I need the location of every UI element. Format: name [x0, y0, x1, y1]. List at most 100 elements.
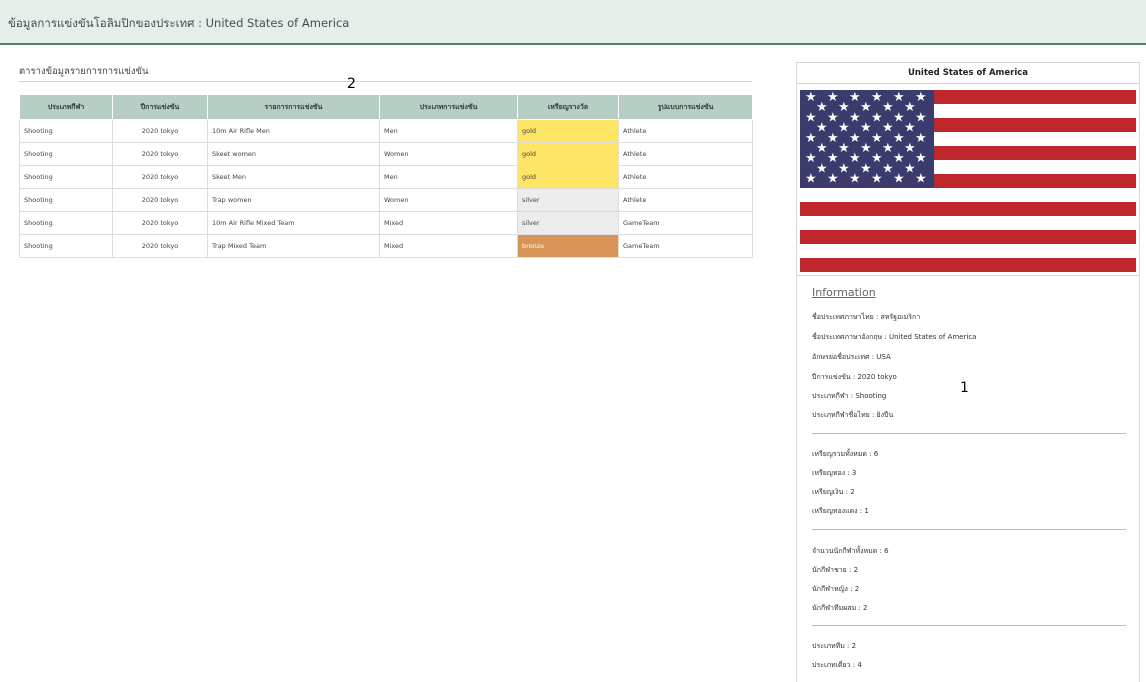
page-title: ข้อมูลการแข่งขันโอลิมปิกของประเทศ : Unit…	[8, 16, 350, 30]
table-row: Shooting 2020 tokyo Skeet Men Men gold Athlet…	[19, 165, 753, 189]
flag-star: ★	[915, 90, 927, 105]
flag-star: ★	[871, 90, 883, 105]
cell-event: Skeet Men	[207, 165, 380, 189]
flag-star: ★	[805, 151, 817, 166]
cell-year: 2020 tokyo	[112, 142, 208, 166]
flag-star: ★	[871, 131, 883, 146]
type-individual: ประเภทเดี่ยว : 4	[812, 661, 862, 669]
flag-star: ★	[805, 131, 817, 146]
info-thai-name: ชื่อประเทศภาษาไทย : สหรัฐอเมริกา	[812, 313, 921, 321]
col-category-header[interactable]: ประเภทการแข่งขัน	[379, 94, 518, 120]
results-table: ประเภทกีฬา ปีการแข่งขัน รายการการแข่งขัน…	[19, 94, 753, 258]
cell-medal: bronze	[517, 234, 619, 258]
athlete-female: นักกีฬาหญิง : 2	[812, 585, 860, 593]
flag-star: ★	[871, 172, 883, 187]
table-row: Shooting 2020 tokyo 10m Air Rifle Men Men go…	[19, 119, 753, 143]
top-bar: ข้อมูลการแข่งขันโอลิมปิกของประเทศ : Unit…	[0, 0, 1146, 45]
divider	[812, 529, 1126, 530]
medal-gold-count: เหรียญทอง : 3	[812, 469, 857, 477]
cell-sport: Shooting	[19, 119, 113, 143]
heading-divider	[19, 81, 752, 82]
type-team: ประเภททีม : 2	[812, 642, 857, 650]
flag-star: ★	[860, 161, 872, 176]
cell-sport: Shooting	[19, 234, 113, 258]
flag-star: ★	[838, 121, 850, 136]
flag-star: ★	[882, 161, 894, 176]
flag-star: ★	[915, 110, 927, 125]
flag-svg: ★ ★ ★ ★ ★ ★★ ★ ★ ★ ★★ ★ ★ ★ ★ ★★ ★ ★ ★ ★★ ★ ★ ★ ★ ★★ ★ ★ ★ ★★ ★ ★ ★ ★ ★★…	[800, 90, 1136, 272]
athlete-mixed: นักกีฬาทีมผสม : 2	[812, 604, 868, 612]
flag-star: ★	[827, 172, 839, 187]
flag-star: ★	[827, 131, 839, 146]
flag-star: ★	[849, 90, 861, 105]
flag-star: ★	[860, 100, 872, 115]
flag-star: ★	[882, 141, 894, 156]
cell-sport: Shooting	[19, 188, 113, 212]
cell-medal: silver	[517, 188, 619, 212]
cell-category: Women	[379, 188, 518, 212]
flag-star: ★	[893, 151, 905, 166]
cell-format: GameTeam	[618, 234, 753, 258]
flag-star: ★	[871, 110, 883, 125]
table-header-row: ประเภทกีฬา ปีการแข่งขัน รายการการแข่งขัน…	[19, 94, 753, 120]
cell-sport: Shooting	[19, 142, 113, 166]
col-sport-header[interactable]: ประเภทกีฬา	[19, 94, 113, 120]
flag-star: ★	[904, 141, 916, 156]
table-row: Shooting 2020 tokyo Skeet women Women gold At…	[19, 142, 753, 166]
cell-medal: gold	[517, 165, 619, 189]
cell-year: 2020 tokyo	[112, 119, 208, 143]
flag-star: ★	[893, 90, 905, 105]
flag-star: ★	[849, 131, 861, 146]
cell-year: 2020 tokyo	[112, 165, 208, 189]
athlete-male: นักกีฬาชาย : 2	[812, 566, 859, 574]
info-english-name: ชื่อประเทศภาษาอังกฤษ : United States of …	[812, 333, 977, 341]
cell-year: 2020 tokyo	[112, 234, 208, 258]
col-medal-header[interactable]: เหรียญรางวัล	[517, 94, 619, 120]
flag-star: ★	[805, 90, 817, 105]
col-format-header[interactable]: รูปแบบการแข่งขัน	[618, 94, 753, 120]
cell-sport: Shooting	[19, 211, 113, 235]
cell-event: Trap women	[207, 188, 380, 212]
flag-star: ★	[893, 172, 905, 187]
cell-medal: silver	[517, 211, 619, 235]
flag-star: ★	[915, 151, 927, 166]
flag-star: ★	[816, 161, 828, 176]
table-row: Shooting 2020 tokyo Trap women Women silver A…	[19, 188, 753, 212]
flag-star: ★	[838, 161, 850, 176]
flag-star: ★	[915, 172, 927, 187]
cell-medal: gold	[517, 119, 619, 143]
athlete-total: จำนวนนักกีฬาทั้งหมด : 6	[812, 547, 889, 555]
cell-format: GameTeam	[618, 211, 753, 235]
flag-star: ★	[860, 141, 872, 156]
table-row: Shooting 2020 tokyo 10m Air Rifle Mixed Te…	[19, 211, 753, 235]
flag-star: ★	[882, 100, 894, 115]
flag-star: ★	[816, 141, 828, 156]
cell-category: Mixed	[379, 234, 518, 258]
table-row: Shooting 2020 tokyo Trap Mixed Team Mixed br…	[19, 234, 753, 258]
cell-event: 10m Air Rifle Men	[207, 119, 380, 143]
col-year-header[interactable]: ปีการแข่งขัน	[112, 94, 208, 120]
marker-2: 2	[347, 76, 356, 92]
cell-category: Men	[379, 165, 518, 189]
cell-format: Athlete	[618, 188, 753, 212]
info-title: Information	[812, 286, 876, 299]
flag-star: ★	[871, 151, 883, 166]
cell-category: Men	[379, 119, 518, 143]
flag-star: ★	[893, 110, 905, 125]
flag-star: ★	[904, 121, 916, 136]
cell-event: 10m Air Rifle Mixed Team	[207, 211, 380, 235]
flag-star: ★	[838, 141, 850, 156]
flag-star: ★	[893, 131, 905, 146]
country-panel: United States of America ★ ★ ★ ★ ★ ★ ★ ★ ★ ★ ★ ★ ★ ★ ★…	[796, 62, 1140, 682]
flag-star: ★	[882, 121, 894, 136]
col-event-header[interactable]: รายการการแข่งขัน	[207, 94, 380, 120]
cell-event: Skeet women	[207, 142, 380, 166]
us-flag-icon: ★ ★ ★ ★ ★ ★ ★ ★ ★ ★ ★ ★ ★ ★ ★ ★ ★ ★ ★ ★ ★ ★ ★ ★ ★ ★ ★ ★ ★ ★ ★ ★ ★ ★ ★ ★ ★ ★ ★ ★…	[800, 90, 1136, 272]
cell-year: 2020 tokyo	[112, 211, 208, 235]
cell-format: Athlete	[618, 119, 753, 143]
flag-star: ★	[849, 151, 861, 166]
info-sport: ประเภทกีฬา : Shooting	[812, 392, 887, 400]
flag-star: ★	[860, 121, 872, 136]
panel-divider	[797, 275, 1139, 276]
medal-silver-count: เหรียญเงิน : 2	[812, 488, 855, 496]
